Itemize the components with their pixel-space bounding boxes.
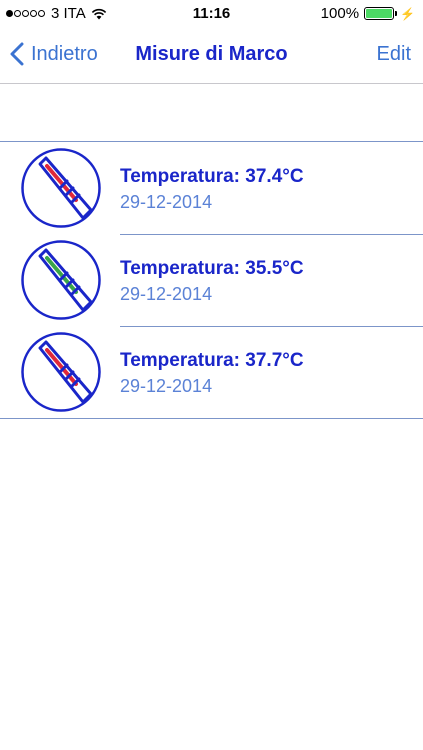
list-item[interactable]: Temperatura: 37.4°C 29-12-2014 — [0, 142, 423, 234]
battery-cap — [395, 11, 398, 16]
thermometer-icon — [21, 332, 101, 412]
measurement-title: Temperatura: 37.7°C — [120, 350, 304, 371]
charging-bolt-icon: ⚡ — [400, 6, 415, 21]
thermometer-icon — [21, 240, 101, 320]
edit-button[interactable]: Edit — [377, 43, 411, 66]
page-title: Misure di Marco — [135, 43, 288, 65]
measurement-date: 29-12-2014 — [120, 192, 213, 212]
navigation-bar: Indietro Misure di Marco Edit — [0, 28, 423, 84]
list-item[interactable]: Temperatura: 35.5°C 29-12-2014 — [0, 234, 423, 326]
measurement-date: 29-12-2014 — [120, 376, 213, 396]
measurement-title: Temperatura: 35.5°C — [120, 258, 304, 279]
thermometer-icon — [21, 148, 101, 228]
measurement-date: 29-12-2014 — [120, 284, 213, 304]
battery-percentage: 100% — [320, 5, 360, 22]
battery-icon — [364, 7, 395, 20]
status-bar: 3 ITA 11:16 100% ⚡ — [0, 0, 423, 28]
list-item[interactable]: Temperatura: 37.7°C 29-12-2014 — [0, 326, 423, 418]
status-right: 100% ⚡ — [321, 5, 415, 22]
measurement-list: Temperatura: 37.4°C 29-12-2014 Temperatu… — [0, 141, 423, 419]
measurement-title: Temperatura: 37.4°C — [120, 166, 304, 187]
